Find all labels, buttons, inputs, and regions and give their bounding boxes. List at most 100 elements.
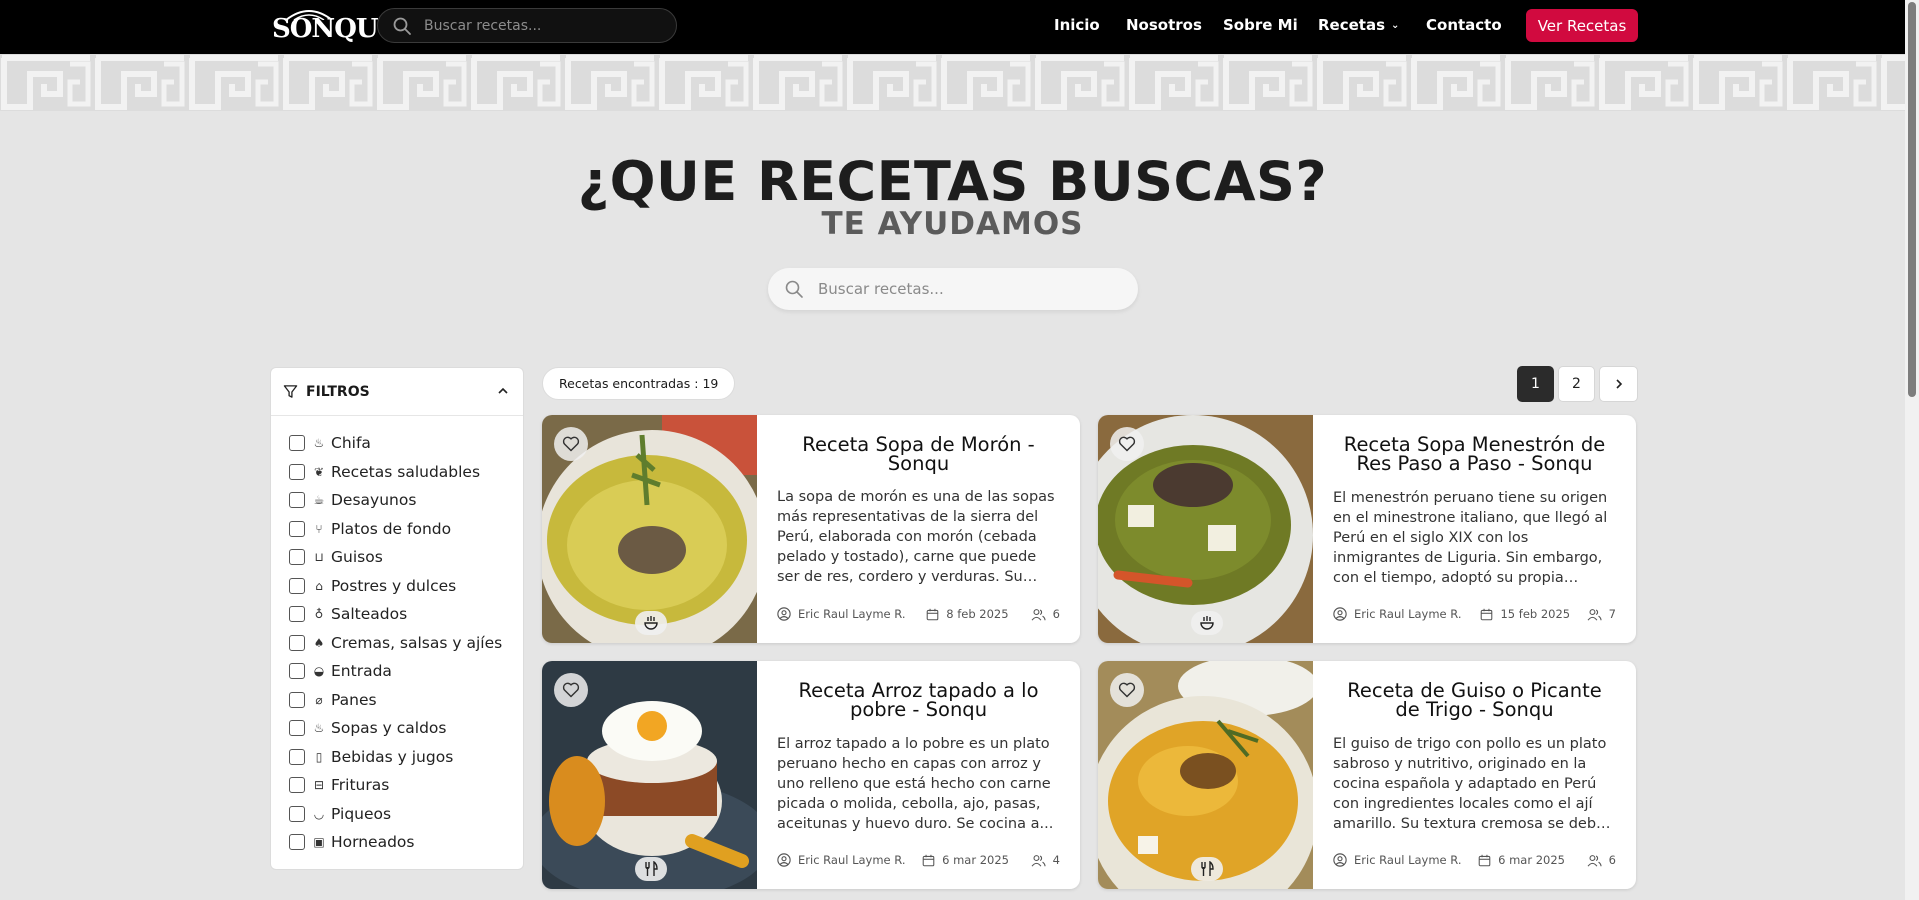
filter-recetas-saludables[interactable]: ❦ Recetas saludables <box>271 458 523 487</box>
filter-horneados[interactable]: ▣ Horneados <box>271 828 523 857</box>
recipe-author: Eric Raul Layme R. <box>1333 853 1478 867</box>
nav-contacto[interactable]: Contacto <box>1426 16 1502 34</box>
checkbox[interactable] <box>289 777 305 794</box>
filter-cremas[interactable]: ♠ Cremas, salsas y ajíes <box>271 629 523 658</box>
recipe-card-body: Receta Sopa Menestrón de Res Paso a Paso… <box>1313 415 1636 643</box>
heart-icon <box>562 436 580 452</box>
servings-count: 4 <box>1052 853 1060 867</box>
search-icon <box>785 280 803 298</box>
filter-chifa[interactable]: ♨ Chifa <box>271 429 523 458</box>
checkbox[interactable] <box>289 435 305 452</box>
filter-desayunos[interactable]: ☕ Desayunos <box>271 486 523 515</box>
recipe-title[interactable]: Receta Sopa Menestrón de Res Paso a Paso… <box>1333 435 1616 474</box>
chevron-up-icon[interactable] <box>497 385 509 397</box>
favorite-button[interactable] <box>1110 427 1144 461</box>
chevron-right-icon <box>1615 379 1622 389</box>
logo[interactable]: SONQU <box>272 8 379 44</box>
nav-recetas-label: Recetas <box>1318 16 1386 34</box>
recipe-card-body: Receta de Guiso o Picante de Trigo - Son… <box>1313 661 1636 889</box>
user-icon <box>1333 853 1347 867</box>
user-icon <box>777 607 791 621</box>
page-2-button[interactable]: 2 <box>1558 366 1595 402</box>
author-name: Eric Raul Layme R. <box>798 853 906 867</box>
cooking-pot-icon: ⊔ <box>314 550 324 565</box>
checkbox[interactable] <box>289 805 305 822</box>
nav-recetas[interactable]: Recetas ⌄ <box>1318 16 1399 34</box>
checkbox[interactable] <box>289 634 305 651</box>
recipe-title[interactable]: Receta Arroz tapado a lo pobre - Sonqu <box>777 681 1060 720</box>
fryer-icon: ⊟ <box>313 778 325 793</box>
favorite-button[interactable] <box>554 427 588 461</box>
favorite-button[interactable] <box>554 673 588 707</box>
checkbox[interactable] <box>289 748 305 765</box>
checkbox[interactable] <box>289 691 305 708</box>
hero-subtitle: TE AYUDAMOS <box>821 206 1084 242</box>
recipe-description: El guiso de trigo con pollo es un plato … <box>1333 736 1607 832</box>
filter-label: Postres y dulces <box>331 576 457 595</box>
favorite-button[interactable] <box>1110 673 1144 707</box>
nav-sobre-mi[interactable]: Sobre Mi <box>1223 16 1298 34</box>
checkbox[interactable] <box>289 520 305 537</box>
decorative-pattern-band <box>0 54 1905 111</box>
nav-nosotros[interactable]: Nosotros <box>1126 16 1202 34</box>
filter-panes[interactable]: ⌀ Panes <box>271 686 523 715</box>
filter-label: Platos de fondo <box>331 519 452 538</box>
recipe-card[interactable]: Receta de Guiso o Picante de Trigo - Son… <box>1098 661 1636 889</box>
leaf-icon: ❦ <box>313 464 325 479</box>
checkbox[interactable] <box>289 463 305 480</box>
heart-icon <box>1118 436 1136 452</box>
scrollbar-thumb[interactable] <box>1908 2 1916 397</box>
header-search-placeholder: Buscar recetas... <box>424 17 542 34</box>
filter-entrada[interactable]: ◒ Entrada <box>271 657 523 686</box>
filter-label: Salteados <box>331 605 408 624</box>
next-page-button[interactable] <box>1599 366 1638 402</box>
recipe-title[interactable]: Receta Sopa de Morón - Sonqu <box>777 435 1060 474</box>
filter-frituras[interactable]: ⊟ Frituras <box>271 771 523 800</box>
recipe-description: La sopa de morón es una de las sopas más… <box>777 489 1055 585</box>
date-text: 8 feb 2025 <box>946 607 1009 621</box>
hero-search-placeholder: Buscar recetas... <box>818 280 944 298</box>
filter-postres[interactable]: ⌂ Postres y dulces <box>271 572 523 601</box>
checkbox[interactable] <box>289 549 305 566</box>
date-text: 15 feb 2025 <box>1500 607 1571 621</box>
recipe-servings: 6 <box>1031 607 1060 621</box>
checkbox[interactable] <box>289 577 305 594</box>
filter-guisos[interactable]: ⊔ Guisos <box>271 543 523 572</box>
filter-piqueos[interactable]: ◡ Piqueos <box>271 800 523 829</box>
header-search-input[interactable]: Buscar recetas... <box>377 8 677 43</box>
filter-platos-de-fondo[interactable]: ⑂ Platos de fondo <box>271 515 523 544</box>
hero-search-input[interactable]: Buscar recetas... <box>768 268 1138 310</box>
recipe-date: 6 mar 2025 <box>1478 853 1587 867</box>
nav-inicio[interactable]: Inicio <box>1054 16 1100 34</box>
oven-icon: ▣ <box>313 835 325 850</box>
recipe-card[interactable]: Receta Sopa de Morón - Sonqu La sopa de … <box>542 415 1080 643</box>
cake-icon: ⌂ <box>315 578 323 593</box>
recipe-card[interactable]: Receta Sopa Menestrón de Res Paso a Paso… <box>1098 415 1636 643</box>
page-1-button[interactable]: 1 <box>1517 366 1554 402</box>
servings-count: 6 <box>1052 607 1060 621</box>
filter-bebidas[interactable]: ▯ Bebidas y jugos <box>271 743 523 772</box>
filters-header[interactable]: FILTROS <box>271 368 523 416</box>
checkbox[interactable] <box>289 720 305 737</box>
people-icon <box>1587 608 1602 621</box>
author-name: Eric Raul Layme R. <box>798 607 906 621</box>
checkbox[interactable] <box>289 492 305 509</box>
page-scrollbar[interactable] <box>1905 0 1919 900</box>
checkbox[interactable] <box>289 606 305 623</box>
category-badge <box>1191 857 1223 881</box>
ver-recetas-button[interactable]: Ver Recetas <box>1526 9 1638 42</box>
filter-salteados[interactable]: ♁ Salteados <box>271 600 523 629</box>
checkbox[interactable] <box>289 663 305 680</box>
heart-icon <box>1118 682 1136 698</box>
recipe-title[interactable]: Receta de Guiso o Picante de Trigo - Son… <box>1333 681 1616 720</box>
filter-label: Desayunos <box>331 491 417 510</box>
hero-title: ¿QUE RECETAS BUSCAS? <box>577 150 1328 213</box>
category-badge <box>635 857 667 881</box>
utensils-icon: ⑂ <box>315 521 323 536</box>
checkbox[interactable] <box>289 834 305 851</box>
filter-label: Guisos <box>331 548 383 567</box>
filter-sopas[interactable]: ♨ Sopas y caldos <box>271 714 523 743</box>
recipe-card[interactable]: Receta Arroz tapado a lo pobre - Sonqu E… <box>542 661 1080 889</box>
author-name: Eric Raul Layme R. <box>1354 853 1462 867</box>
recipe-author: Eric Raul Layme R. <box>777 607 926 621</box>
